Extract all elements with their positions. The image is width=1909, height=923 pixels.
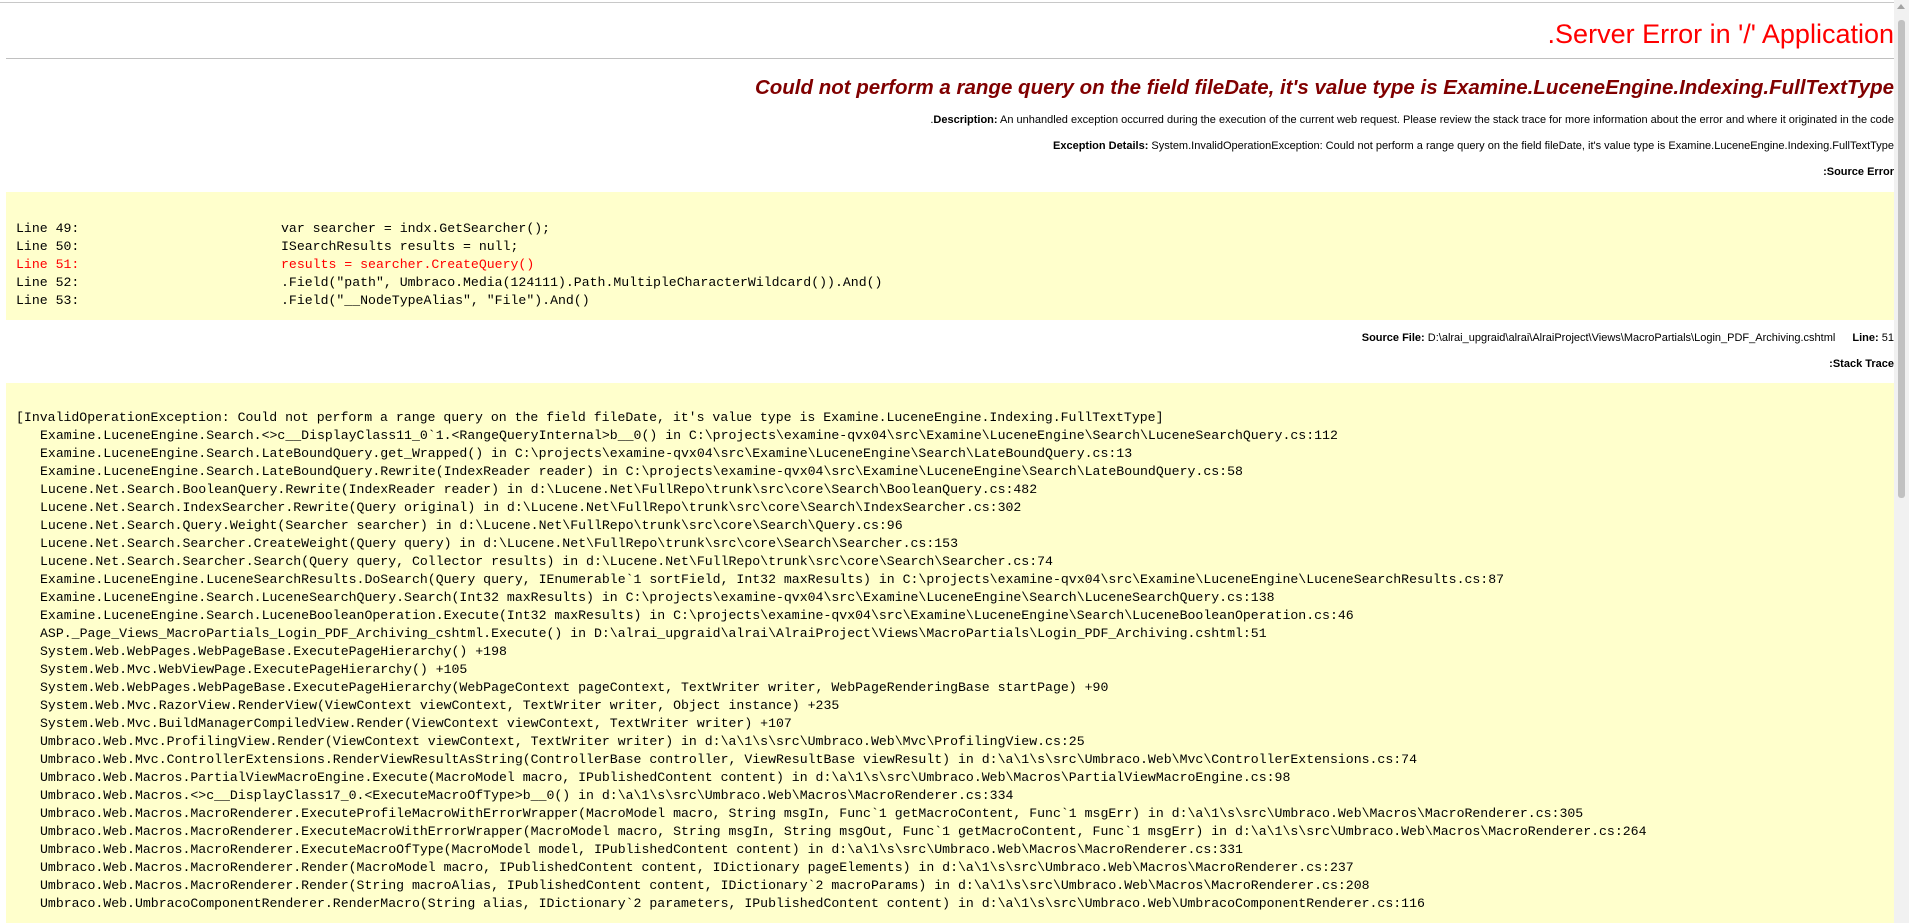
stack-trace-box: [InvalidOperationException: Could not pe…: [6, 383, 1894, 923]
stack-trace-line: Umbraco.Web.Macros.<>c__DisplayClass17_0…: [40, 788, 1014, 803]
stack-trace-header: [InvalidOperationException: Could not pe…: [16, 410, 1164, 425]
source-error-label: Source Error:: [1823, 166, 1894, 178]
page-title: Server Error in '/' Application.: [1547, 19, 1894, 49]
source-line-info: Line: 51: [1852, 332, 1894, 344]
description-line: Description: An unhandled exception occu…: [6, 113, 1894, 127]
scrollbar-thumb[interactable]: [1898, 20, 1905, 498]
stack-trace-line: Umbraco.Web.Macros.MacroRenderer.Execute…: [40, 806, 1584, 821]
stack-trace-line: Umbraco.Web.Macros.MacroRenderer.Render(…: [40, 878, 1370, 893]
stack-trace-line: System.Web.WebPages.WebPageBase.ExecuteP…: [40, 644, 507, 659]
stack-trace-line: Examine.LuceneEngine.Search.LateBoundQue…: [40, 446, 1133, 461]
vertical-scrollbar[interactable]: [1894, 0, 1909, 923]
source-line-code: ISearchResults results = null;: [281, 239, 519, 254]
source-line-code: .Field("__NodeTypeAlias", "File").And(): [281, 293, 590, 308]
source-line-code: .Field("path", Umbraco.Media(124111).Pat…: [281, 275, 883, 290]
source-line-code: results = searcher.CreateQuery(): [281, 257, 535, 272]
source-line: Line 49: var searcher = indx.GetSearcher(…: [16, 220, 1894, 238]
source-file-line: Source File: D:\alrai_upgraid\alrai\Alra…: [6, 331, 1894, 345]
stack-trace-line: Examine.LuceneEngine.Search.LateBoundQue…: [40, 464, 1243, 479]
stack-trace-line: System.Web.Mvc.RazorView.RenderView(View…: [40, 698, 840, 713]
stack-trace-line: Umbraco.Web.Mvc.ControllerExtensions.Ren…: [40, 752, 1417, 767]
stack-trace-line: Lucene.Net.Search.Query.Weight(Searcher …: [40, 518, 903, 533]
stack-trace-line: Examine.LuceneEngine.Search.LuceneBoolea…: [40, 608, 1354, 623]
source-file-label: Source File:: [1361, 332, 1425, 344]
exception-details-label: Exception Details:: [1053, 140, 1149, 152]
source-line: Line 53: .Field("__NodeTypeAlias", "File"…: [16, 292, 1894, 310]
stack-trace-line: Umbraco.Web.Mvc.ProfilingView.Render(Vie…: [40, 734, 1085, 749]
scroll-up-arrow-icon[interactable]: [1897, 4, 1905, 9]
source-line-code: var searcher = indx.GetSearcher();: [281, 221, 551, 236]
stack-trace-line: Umbraco.Web.Macros.MacroRenderer.Execute…: [40, 824, 1647, 839]
exception-details-text: System.InvalidOperationException: Could …: [1151, 140, 1894, 152]
error-page: Server Error in '/' Application. Could n…: [6, 0, 1894, 923]
stack-trace-line: Umbraco.Web.UmbracoComponentRenderer.Ren…: [40, 896, 1425, 911]
stack-trace-line: Lucene.Net.Search.Searcher.CreateWeight(…: [40, 536, 958, 551]
stack-trace-line: System.Web.Mvc.WebViewPage.ExecutePageHi…: [40, 662, 468, 677]
error-message: Could not perform a range query on the f…: [754, 76, 1894, 99]
source-line: Line 50: ISearchResults results = null;: [16, 238, 1894, 256]
source-line-error: Line 51: results = searcher.CreateQuery(): [16, 256, 1894, 274]
source-line-number: Line 51:: [16, 257, 80, 272]
stack-trace-line: Umbraco.Web.Macros.MacroRenderer.Execute…: [40, 842, 1243, 857]
stack-trace-line: Examine.LuceneEngine.LuceneSearchResults…: [40, 572, 1505, 587]
stack-trace-label: Stack Trace:: [1829, 358, 1894, 370]
source-line-number: Line 50:: [16, 239, 80, 254]
stack-trace-line: System.Web.WebPages.WebPageBase.ExecuteP…: [40, 680, 1109, 695]
stack-trace-line: Examine.LuceneEngine.Search.LuceneSearch…: [40, 590, 1275, 605]
stack-trace-line: Lucene.Net.Search.IndexSearcher.Rewrite(…: [40, 500, 1022, 515]
exception-details-line: Exception Details: System.InvalidOperati…: [6, 139, 1894, 153]
stack-trace-line: Lucene.Net.Search.Searcher.Search(Query …: [40, 554, 1053, 569]
stack-trace-line: ASP._Page_Views_MacroPartials_Login_PDF_…: [40, 626, 1267, 641]
source-line: Line 52: .Field("path", Umbraco.Media(124…: [16, 274, 1894, 292]
source-line-number: Line 52:: [16, 275, 80, 290]
source-line-number: Line 49:: [16, 221, 80, 236]
stack-trace-line: Examine.LuceneEngine.Search.<>c__Display…: [40, 428, 1338, 443]
source-line-number: 51: [1881, 332, 1894, 344]
source-file-path: D:\alrai_upgraid\alrai\AlraiProject\View…: [1427, 332, 1836, 344]
source-code-box: Line 49: var searcher = indx.GetSearcher(…: [6, 192, 1894, 320]
stack-trace-line: System.Web.Mvc.BuildManagerCompiledView.…: [40, 716, 792, 731]
stack-trace-line: Umbraco.Web.Macros.MacroRenderer.Render(…: [40, 860, 1354, 875]
source-line-label: Line:: [1852, 332, 1879, 344]
stack-trace-line: Umbraco.Web.Macros.PartialViewMacroEngin…: [40, 770, 1291, 785]
stack-trace-line: Lucene.Net.Search.BooleanQuery.Rewrite(I…: [40, 482, 1038, 497]
description-label: Description:: [933, 114, 998, 126]
source-line-number: Line 53:: [16, 293, 80, 308]
description-text: An unhandled exception occurred during t…: [930, 114, 1894, 126]
